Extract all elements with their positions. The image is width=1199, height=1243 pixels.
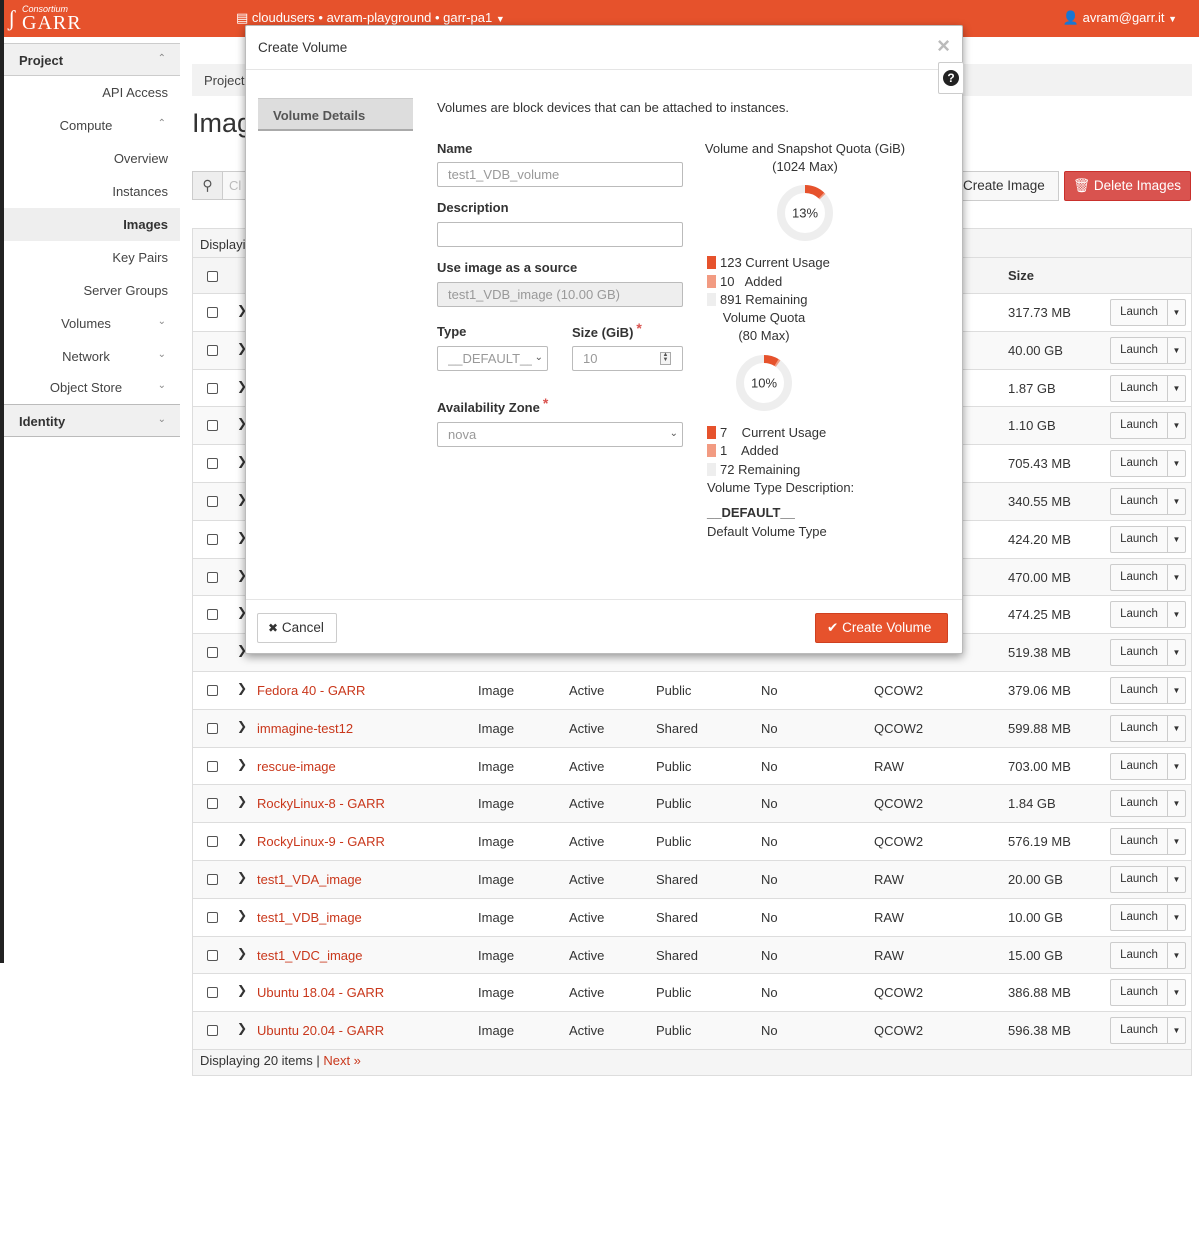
help-button[interactable]: ? (938, 62, 964, 94)
legend-current-usage: 123 Current Usage (707, 255, 830, 270)
legend-text: 72 Remaining (720, 462, 801, 477)
volume-quota-title: Volume Quota (80 Max) (707, 310, 821, 343)
modal-header: Create Volume × (246, 26, 962, 70)
create-volume-label: Create Volume (842, 620, 932, 635)
modal-title: Create Volume (258, 40, 348, 55)
size-field-value: 10 (583, 351, 598, 366)
cancel-label: Cancel (281, 620, 324, 635)
description-label: Description (437, 200, 509, 215)
availability-zone-value: nova (448, 427, 477, 442)
size-label-text: Size (GiB) (572, 325, 634, 340)
volume-type-description: Default Volume Type (707, 524, 827, 539)
legend-text: 123 Current Usage (720, 255, 830, 270)
legend-remaining: 891 Remaining (707, 292, 807, 307)
legend-text: 1 Added (720, 443, 779, 458)
legend-swatch-remaining (707, 463, 716, 476)
legend-swatch-current (707, 426, 716, 439)
volume-quota-title-text: Volume Quota (722, 310, 806, 325)
legend-swatch-remaining (707, 293, 716, 306)
cancel-button[interactable]: ✖ Cancel (257, 613, 337, 643)
legend-remaining: 72 Remaining (707, 462, 800, 477)
chevron-down-icon: ⌄ (669, 428, 678, 439)
checkmark-icon: ✔ (827, 620, 839, 635)
legend-swatch-current (707, 256, 716, 269)
type-label: Type (437, 324, 467, 339)
create-volume-button[interactable]: ✔ Create Volume (815, 613, 948, 643)
availability-zone-label: Availability Zone * (437, 395, 548, 415)
name-field-value: test1_VDB_volume (448, 167, 560, 182)
snapshot-quota-max: (1024 Max) (772, 159, 838, 174)
legend-current-usage: 7 Current Usage (707, 425, 826, 440)
legend-added: 10 Added (707, 274, 782, 289)
modal-footer: ✖ Cancel ✔ Create Volume (246, 599, 962, 653)
legend-text: 7 Current Usage (720, 425, 827, 440)
type-select-value: __DEFAULT__ (448, 351, 532, 366)
type-select[interactable]: __DEFAULT__ ⌄ (437, 346, 548, 371)
legend-swatch-added (707, 444, 716, 457)
chevron-down-icon: ⌄ (534, 352, 543, 363)
volume-quota-max: (80 Max) (738, 328, 790, 343)
donut-percent-label: 10% (751, 376, 777, 391)
legend-added: 1 Added (707, 443, 779, 458)
availability-zone-select[interactable]: nova ⌄ (437, 422, 683, 447)
size-label: Size (GiB) * (572, 320, 642, 340)
snapshot-quota-donut: 13% (777, 185, 833, 241)
create-volume-modal: Create Volume × ? Volume Details Volumes… (245, 25, 964, 654)
name-label: Name (437, 141, 473, 156)
legend-swatch-added (707, 275, 716, 288)
volume-quota-donut: 10% (736, 355, 792, 411)
required-marker: * (636, 320, 642, 336)
size-field[interactable]: 10 ▲ ▼ (572, 346, 683, 371)
modal-intro-text: Volumes are block devices that can be at… (437, 100, 789, 115)
snapshot-quota-title: Volume and Snapshot Quota (GiB) (1024 Ma… (700, 141, 910, 174)
required-marker: * (542, 395, 549, 411)
name-field[interactable]: test1_VDB_volume (437, 162, 683, 187)
description-field[interactable] (437, 222, 683, 247)
image-source-field: test1_VDB_image (10.00 GB) (437, 282, 683, 307)
help-icon: ? (943, 70, 959, 86)
image-source-value: test1_VDB_image (10.00 GB) (448, 287, 620, 302)
stepper-icon[interactable]: ▲ ▼ (660, 352, 671, 365)
volume-type-description-label: Volume Type Description: (707, 480, 855, 495)
close-icon: ✖ (268, 621, 279, 635)
close-icon[interactable]: × (937, 35, 950, 57)
legend-text: 891 Remaining (720, 292, 808, 307)
image-source-label: Use image as a source (437, 260, 578, 275)
snapshot-quota-title-text: Volume and Snapshot Quota (GiB) (704, 141, 906, 156)
volume-type-name: __DEFAULT__ (707, 505, 795, 520)
availability-zone-label-text: Availability Zone (437, 400, 540, 415)
donut-percent-label: 13% (792, 206, 818, 221)
legend-text: 10 Added (720, 274, 783, 289)
tab-volume-details[interactable]: Volume Details (258, 98, 413, 131)
